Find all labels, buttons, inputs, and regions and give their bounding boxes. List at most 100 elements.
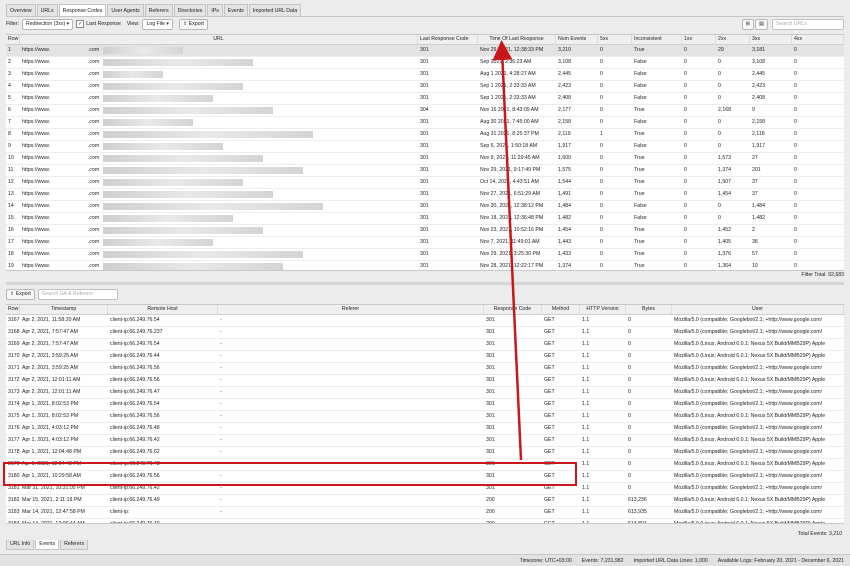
table-row[interactable]: 3175 Apr 1, 2021, 8:02:53 PM client-ip:66.… — [6, 411, 844, 423]
ua-referer-search-input[interactable]: Search UA & Referers — [37, 288, 118, 300]
col-header[interactable]: 5xx — [598, 35, 632, 44]
detail-tab-referers[interactable]: Referers — [60, 540, 89, 550]
table-cell: False — [634, 95, 647, 101]
table-row[interactable]: 3 https://www. .com 301 Aug 1 2021, 4:28:27 … — [6, 69, 844, 81]
tab-ips[interactable]: IPs — [207, 4, 223, 16]
table-cell: 1,405 — [718, 239, 731, 245]
cell-url: https://www. .com — [20, 141, 418, 152]
table-cell: 304 — [420, 107, 429, 113]
table-cell: Mozilla/5.0 (Linux; Android 6.0.1; Nexus… — [674, 461, 826, 467]
table-cell: 200 — [486, 497, 495, 503]
export-button[interactable]: ⇪ Export — [178, 18, 208, 30]
tab-imported-url-data[interactable]: Imported URL Data — [248, 4, 302, 16]
table-cell: Apr 2, 2021, 7:57:47 AM — [22, 329, 78, 335]
table-row[interactable]: 11 https://www. .com 301 Nov 29, 2021, 9:17:… — [6, 165, 844, 177]
events-export-button[interactable]: ⇪ Export — [6, 288, 35, 300]
table-row[interactable]: 19 https://www. .com 301 Nov 28, 2021, 12:22… — [6, 261, 844, 270]
table-row[interactable]: 8 https://www. .com 301 Aug 31 2021, 8:25:37… — [6, 129, 844, 141]
table-row[interactable]: 3167 Apr 2, 2021, 11:58:20 AM client-ip:66… — [6, 315, 844, 327]
cell-row-number: 15 — [8, 215, 14, 221]
col-header[interactable]: Inconsistent — [632, 35, 682, 44]
tab-urls[interactable]: URLs — [36, 4, 58, 16]
table-cell: 10 — [752, 263, 758, 269]
col-header[interactable]: User — [672, 305, 844, 314]
col-header[interactable]: Remote Host — [108, 305, 218, 314]
table-row[interactable]: 2 https://www. .com 301 Sep 2021, 2:36:23 AM… — [6, 57, 844, 69]
col-header[interactable]: 1xx — [682, 35, 716, 44]
table-cell: 2,423 — [558, 83, 571, 89]
tab-directories[interactable]: Directories — [173, 4, 207, 16]
table-row[interactable]: 3182 Mar 15, 2021, 2:11:19 PM client-ip:66… — [6, 495, 844, 507]
url-search-input[interactable]: Search URLs — [772, 18, 844, 30]
tab-overview[interactable]: Overview — [6, 4, 36, 16]
table-row[interactable]: 9 https://www. .com 301 Sep 6, 2021, 1:50:18… — [6, 141, 844, 153]
table-row[interactable]: 6 https://www. .com 304 Nov 16 2021, 8:43:09… — [6, 105, 844, 117]
cell-url: https://www. .com — [20, 69, 418, 80]
table-row[interactable]: 10 https://www. .com 301 Nov 9, 2021, 11:29:… — [6, 153, 844, 165]
view-dropdown[interactable]: Log File ▾ — [142, 18, 173, 30]
col-header[interactable]: Bytes — [626, 305, 672, 314]
table-row[interactable]: 12 https://www. .com 301 Oct 14, 2021, 4:43:… — [6, 177, 844, 189]
table-row[interactable]: 5 https://www. .com 301 Sep 1 2021, 2:33:33 … — [6, 93, 844, 105]
filter-dropdown[interactable]: Redirection (3xx) ▾ — [21, 18, 74, 30]
table-row[interactable]: 3172 Apr 2, 2021, 12:01:11 AM client-ip:66… — [6, 375, 844, 387]
table-row[interactable]: 3169 Apr 2, 2021, 7:57:47 AM client-ip:66.… — [6, 339, 844, 351]
pane-splitter[interactable] — [6, 282, 844, 285]
col-header[interactable]: 4xx — [792, 35, 844, 44]
col-header[interactable]: Row — [6, 35, 20, 44]
table-row[interactable]: 13 https://www. .com 301 Nov 27, 2021, 6:51:… — [6, 189, 844, 201]
col-header[interactable]: Time Of Last Response — [478, 35, 556, 44]
detail-tab-url-info[interactable]: URL Info — [6, 540, 35, 550]
table-row[interactable]: 1 https://www. .com 301 Nov 29, 2021, 12:38:… — [6, 45, 844, 57]
table-row[interactable]: 3168 Apr 2, 2021, 7:57:47 AM client-ip:66.… — [6, 327, 844, 339]
col-header[interactable]: HTTP Version — [580, 305, 626, 314]
table-row[interactable]: 3170 Apr 2, 2021, 3:59:25 AM client-ip:66.… — [6, 351, 844, 363]
table-cell: client-ip:66.249.76.56 — [110, 413, 160, 419]
col-header[interactable]: Referer — [218, 305, 484, 314]
table-row[interactable]: 14 https://www. .com 301 Nov 30, 2021, 12:38… — [6, 201, 844, 213]
tab-user-agents[interactable]: User Agents — [107, 4, 144, 16]
last-response-checkbox[interactable]: ✓ — [76, 20, 85, 28]
col-header[interactable]: Row — [6, 305, 20, 314]
col-header[interactable]: URL — [20, 35, 418, 44]
table-row[interactable]: 4 https://www. .com 301 Sep 1 2021, 2:33:33 … — [6, 81, 844, 93]
filter-total: Filter Total: 92,683 — [801, 272, 844, 278]
table-row[interactable]: 3177 Apr 1, 2021, 4:03:12 PM client-ip:66.… — [6, 435, 844, 447]
tab-referers[interactable]: Referers — [144, 4, 173, 16]
col-header[interactable]: 2xx — [716, 35, 750, 44]
col-header[interactable]: Num Events — [556, 35, 598, 44]
table-row[interactable]: 3171 Apr 2, 2021, 3:59:25 AM client-ip:66.… — [6, 363, 844, 375]
table-row[interactable]: 15 https://www. .com 301 Nov 18, 2021, 12:36… — [6, 213, 844, 225]
table-row[interactable]: 16 https://www. .com 301 Nov 23, 2021, 10:52… — [6, 225, 844, 237]
table-row[interactable]: 3174 Apr 1, 2021, 8:02:53 PM client-ip:66.… — [6, 399, 844, 411]
table-cell: 0 — [684, 227, 687, 233]
col-header[interactable]: Timestamp — [20, 305, 108, 314]
table-cell: GET — [544, 377, 555, 383]
cell-url: https://www. .com — [20, 81, 418, 92]
tab-events[interactable]: Events — [223, 4, 248, 16]
table-row[interactable]: 18 https://www. .com 301 Nov 29, 2021, 3:25:… — [6, 249, 844, 261]
table-row[interactable]: 3178 Apr 1, 2021, 12:04:48 PM client-ip:66… — [6, 447, 844, 459]
col-header[interactable]: Last Response Code — [418, 35, 478, 44]
table-cell: 1,484 — [752, 203, 765, 209]
col-header[interactable]: Method — [542, 305, 580, 314]
table-cell: 0 — [628, 389, 631, 395]
table-row[interactable]: 3173 Apr 2, 2021, 12:01:11 AM client-ip:66… — [6, 387, 844, 399]
col-header[interactable]: Response Code — [484, 305, 542, 314]
table-cell: 301 — [486, 389, 495, 395]
url-prefix: https://www. — [22, 167, 50, 173]
table-row[interactable]: 3176 Apr 1, 2021, 4:03:12 PM client-ip:66.… — [6, 423, 844, 435]
table-row[interactable]: 7 https://www. .com 301 Aug 30 2021, 7:45:00… — [6, 117, 844, 129]
table-row[interactable]: 17 https://www. .com 301 Nov 7, 2021, 11:49:… — [6, 237, 844, 249]
cell-url: https://www. .com — [20, 201, 418, 212]
table-row[interactable]: 3184 Mar 14, 2021, 12:06:44 AM client-ip:6… — [6, 519, 844, 523]
tree-view-button[interactable]: ⊞ — [741, 18, 755, 30]
table-cell: GET — [544, 353, 555, 359]
col-header[interactable]: 3xx — [750, 35, 792, 44]
table-cell: 0 — [794, 107, 797, 113]
tab-response-codes[interactable]: Response Codes — [58, 4, 107, 16]
detail-tab-events[interactable]: Events — [35, 540, 60, 550]
table-row[interactable]: 3183 Mar 14, 2021, 12:47:58 PM client-ip: -… — [6, 507, 844, 519]
list-view-button[interactable]: ▤ — [755, 18, 768, 30]
cell-row-number: 2 — [8, 59, 11, 65]
